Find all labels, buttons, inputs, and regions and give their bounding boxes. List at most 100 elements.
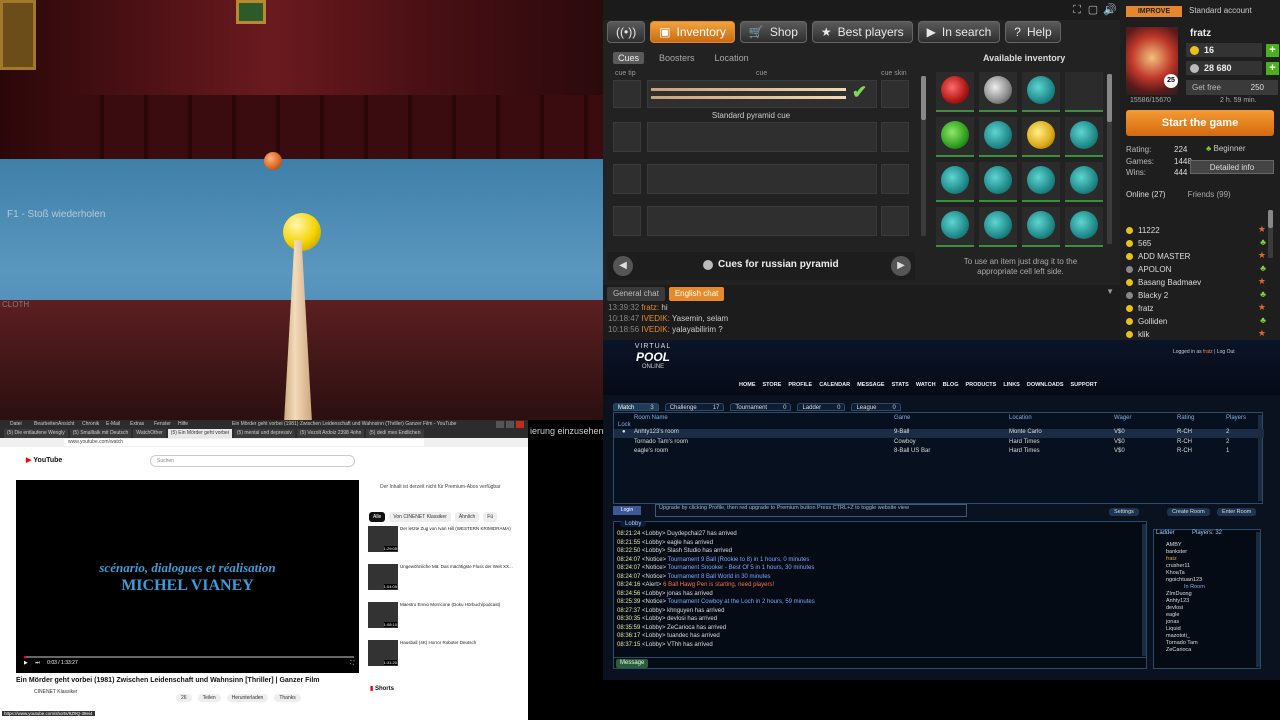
minimize-icon[interactable] (496, 421, 504, 428)
cue-slot[interactable] (647, 206, 877, 236)
list-item[interactable]: Blacky 2 ♣ (1126, 289, 1266, 302)
recommended-video[interactable]: 1:04:05 Ungewöhnliche Mä: Das mächtigste … (368, 564, 518, 592)
url-field[interactable]: www.youtube.com/watch (64, 439, 424, 446)
channel-name[interactable]: CINENET Klassiker (34, 689, 78, 695)
tab-online[interactable]: Online (27) (1126, 190, 1166, 199)
filter-chip[interactable]: Von CINENET Klassiker (389, 512, 451, 522)
menu-item[interactable]: E-Mail (106, 421, 120, 427)
list-item[interactable]: Gollіden ♣ (1126, 315, 1266, 328)
action-button[interactable]: Thanks (274, 694, 301, 702)
ladder-player[interactable]: bankster (1166, 549, 1187, 555)
cue-scrollbar[interactable] (921, 76, 926, 236)
inventory-item[interactable] (979, 117, 1017, 157)
room-player[interactable]: Tornado Tam (1166, 640, 1198, 646)
video-player[interactable]: scénario, dialogues et réalisation MICHE… (16, 480, 359, 673)
cue-tip-slot[interactable] (613, 164, 641, 194)
chat-collapse-icon[interactable]: ▼ (1106, 287, 1114, 296)
browser-tab[interactable]: (5) Smalltalk mit Deutsch (69, 429, 132, 438)
inventory-item[interactable] (1022, 117, 1060, 157)
list-item[interactable]: Basang Badmaev ★ (1126, 276, 1266, 289)
nav-home[interactable]: HOME (739, 382, 756, 388)
sound-icon[interactable]: 🔊 (1103, 4, 1117, 16)
inventory-item[interactable] (1065, 207, 1103, 247)
inventory-item[interactable] (936, 162, 974, 202)
nav-store[interactable]: STORE (763, 382, 782, 388)
tab-english-chat[interactable]: English chat (668, 287, 725, 301)
tab-match[interactable]: Match 3 (613, 403, 659, 411)
connection-button[interactable]: ((•)) (607, 21, 646, 43)
list-item[interactable]: fratz ★ (1126, 302, 1266, 315)
cue-skin-slot[interactable] (881, 164, 909, 194)
online-scrollbar[interactable] (1268, 210, 1273, 258)
close-icon[interactable] (516, 421, 524, 428)
inventory-item[interactable] (1065, 162, 1103, 202)
filter-chip[interactable]: Fü (483, 512, 498, 522)
video-thumbnail[interactable]: 1:08:10 (368, 602, 398, 628)
tab-general-chat[interactable]: General chat (607, 287, 665, 301)
maximize-icon[interactable] (506, 421, 514, 428)
youtube-logo[interactable]: YouTube (26, 456, 62, 464)
facebook-login[interactable]: Login (613, 506, 641, 515)
message-bar[interactable]: Message (613, 657, 1147, 669)
recommended-video[interactable]: 1:31:20 Hausball (4K) Horror Roboter Deut… (368, 640, 518, 668)
cue-tip-slot[interactable] (613, 122, 641, 152)
tab-friends[interactable]: Friends (99) (1188, 190, 1231, 199)
browser-tab[interactable]: (5) Ein Mörder geht vorbei (167, 429, 232, 438)
tab-cues[interactable]: Cues (613, 52, 645, 64)
inventory-scrollbar[interactable] (1107, 74, 1112, 244)
ladder-player[interactable]: crusher11 (1166, 563, 1190, 569)
list-item[interactable]: 565 ♣ (1126, 237, 1266, 250)
search-input[interactable]: Suchen (150, 455, 355, 467)
play-icon[interactable]: ▶ (24, 660, 28, 666)
progress-bar[interactable] (24, 656, 354, 658)
room-player[interactable]: ZImDuong (1166, 591, 1192, 597)
inventory-item[interactable] (936, 207, 974, 247)
nav-calendar[interactable]: CALENDAR (819, 382, 850, 388)
video-thumbnail[interactable]: 1:31:20 (368, 640, 398, 666)
menu-item[interactable]: Bearbeiten (34, 421, 58, 427)
cue-skin-slot[interactable] (881, 80, 909, 108)
recommended-video[interactable]: 1:29:05 Der letzte Zug von Ivan Hill (WES… (368, 526, 518, 554)
filter-chip[interactable]: Ähnlich (454, 512, 480, 522)
browser-tab[interactable]: (5) dedi mes Endlichen (366, 429, 424, 438)
nav-stats[interactable]: STATS (892, 382, 909, 388)
table-row[interactable]: Tornado Tam's room Cowboy Hard Times V$0 R-C… (614, 439, 1264, 448)
room-player[interactable]: jonas (1166, 619, 1179, 625)
lobby-scrollbar[interactable] (1142, 524, 1146, 656)
create-room-button[interactable]: Create Room (1167, 508, 1210, 516)
room-player[interactable]: mazototi_ (1166, 633, 1190, 639)
table-row[interactable]: ● Anhty123's room 9-Ball Monte Carlo V$0 R-CH… (614, 429, 1264, 438)
fullscreen-icon[interactable]: ⛶ (1071, 4, 1083, 16)
browser-tab[interactable]: (5) mental und depressiv (233, 429, 295, 438)
rooms-scrollbar[interactable] (1258, 415, 1262, 501)
nav-links[interactable]: LINKS (1003, 382, 1020, 388)
ladder-player[interactable]: ngoichtuan123 (1166, 577, 1202, 583)
window-icon[interactable]: ▢ (1087, 4, 1099, 16)
inventory-item[interactable] (1022, 207, 1060, 247)
browser-tab[interactable]: (5) Die entlaufene Wengly (4, 429, 68, 438)
cue-tip-slot[interactable] (613, 206, 641, 236)
room-player[interactable]: eagle (1166, 612, 1179, 618)
tab-league[interactable]: League 0 (851, 403, 901, 411)
pool-game-view[interactable]: F1 - Stoß wiederholen CLOTH (0, 0, 603, 420)
nav-profile[interactable]: PROFILE (788, 382, 812, 388)
nav-products[interactable]: PRODUCTS (965, 382, 996, 388)
menu-item[interactable]: Extras (130, 421, 144, 427)
inventory-item[interactable] (936, 117, 974, 157)
nav-downloads[interactable]: DOWNLOADS (1027, 382, 1064, 388)
cue-tip-slot[interactable] (613, 80, 641, 108)
menu-item[interactable]: Hilfe (178, 421, 188, 427)
nav-watch[interactable]: WATCH (916, 382, 936, 388)
next-arrow-icon[interactable]: ▶ (891, 256, 911, 276)
cue-slot[interactable] (647, 164, 877, 194)
recommended-video[interactable]: 1:08:10 Maestro Ennio Morricone (Doku Hör… (368, 602, 518, 630)
menu-item[interactable]: Ansicht (58, 421, 74, 427)
nav-best-players[interactable]: ★ Best players (811, 21, 913, 43)
inventory-item[interactable] (1065, 72, 1103, 112)
video-thumbnail[interactable]: 1:04:05 (368, 564, 398, 590)
action-button[interactable]: Teilen (197, 694, 221, 702)
ladder-player[interactable]: fratz (1166, 556, 1177, 562)
inventory-item[interactable] (979, 207, 1017, 247)
inventory-item[interactable] (1065, 117, 1103, 157)
fullscreen-icon[interactable]: ⛶ (350, 660, 354, 666)
